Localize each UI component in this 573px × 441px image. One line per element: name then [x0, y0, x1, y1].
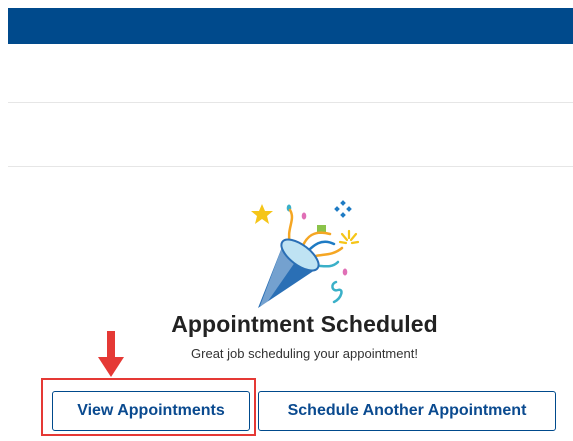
divider: [8, 102, 573, 103]
confirmation-title: Appointment Scheduled: [171, 311, 438, 337]
confirmation-subtitle: Great job scheduling your appointment!: [191, 346, 418, 361]
top-header-bar: [8, 8, 573, 44]
annotation-arrow-icon: [98, 331, 124, 377]
party-popper-icon: [251, 200, 360, 308]
schedule-another-appointment-button[interactable]: Schedule Another Appointment: [258, 391, 556, 431]
view-appointments-button[interactable]: View Appointments: [52, 391, 250, 431]
divider: [8, 166, 573, 167]
